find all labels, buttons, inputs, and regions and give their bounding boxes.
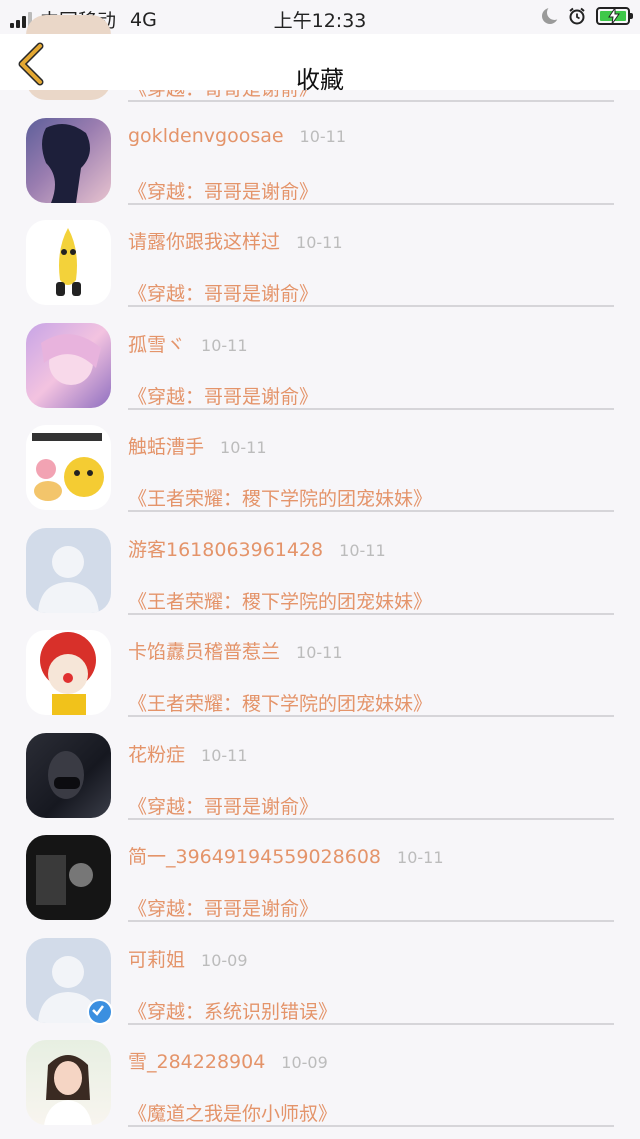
book-title: 《穿越：哥哥是谢俞》 [128, 181, 319, 203]
date-label: 10-09 [201, 951, 248, 970]
avatar [26, 528, 111, 613]
avatar [26, 425, 111, 510]
user-name: 游客1618063961428 10-11 [128, 539, 386, 561]
row-divider [128, 1125, 614, 1127]
avatar [26, 835, 111, 920]
avatar [26, 938, 113, 1025]
page-title: 收藏 [296, 66, 344, 94]
avatar [26, 323, 111, 408]
date-label: 10-11 [397, 848, 444, 867]
user-name: gokldenvgoosae 10-11 [128, 125, 347, 147]
list-item[interactable]: 游客1618063961428 10-11 《王者荣耀：稷下学院的团宠妹妹》 [0, 513, 640, 616]
book-title: 《穿越：系统识别错误》 [128, 1001, 338, 1023]
date-label: 10-11 [201, 746, 248, 765]
date-label: 10-11 [296, 643, 343, 662]
book-title: 《穿越：哥哥是谢俞》 [128, 283, 319, 305]
user-name: 卡馅纛员稽普惹兰 10-11 [128, 641, 343, 663]
list-item[interactable]: gokldenvgoosae 10-11 《穿越：哥哥是谢俞》 [0, 103, 640, 206]
book-title: 《王者荣耀：稷下学院的团宠妹妹》 [128, 591, 433, 613]
user-name: 简一_39649194559028608 10-11 [128, 846, 444, 868]
avatar [26, 1040, 111, 1125]
date-label: 10-09 [281, 1053, 328, 1072]
date-label: 10-11 [299, 127, 347, 146]
list-item[interactable]: 卡馅纛员稽普惹兰 10-11 《王者荣耀：稷下学院的团宠妹妹》 [0, 615, 640, 718]
list-item[interactable]: 请露你跟我这样过 10-11 《穿越：哥哥是谢俞》 [0, 205, 640, 308]
date-label: 10-11 [220, 438, 267, 457]
book-title: 《王者荣耀：稷下学院的团宠妹妹》 [128, 693, 433, 715]
list-item[interactable]: 孤雪ヾ 10-11 《穿越：哥哥是谢俞》 [0, 308, 640, 411]
avatar [26, 118, 111, 203]
verified-badge-icon [87, 999, 113, 1025]
row-divider [128, 715, 614, 717]
user-name: 触蛞漕手 10-11 [128, 436, 267, 458]
user-name: 请露你跟我这样过 10-11 [128, 231, 343, 253]
row-divider [128, 510, 614, 512]
book-title: 《穿越：哥哥是谢俞》 [128, 386, 319, 408]
book-title: 《王者荣耀：稷下学院的团宠妹妹》 [128, 488, 433, 510]
row-divider [128, 305, 614, 307]
date-label: 10-11 [201, 336, 248, 355]
list-item[interactable]: 简一_39649194559028608 10-11 《穿越：哥哥是谢俞》 [0, 820, 640, 923]
list-item[interactable]: 触蛞漕手 10-11 《王者荣耀：稷下学院的团宠妹妹》 [0, 410, 640, 513]
user-name: 孤雪ヾ 10-11 [128, 334, 248, 356]
avatar [26, 733, 111, 818]
date-label: 10-11 [339, 541, 386, 560]
user-name: 花粉症 10-11 [128, 744, 248, 766]
book-title: 《穿越：哥哥是谢俞》 [128, 898, 319, 920]
date-label: 10-11 [296, 233, 343, 252]
avatar [26, 630, 111, 715]
book-title: 《穿越：哥哥是谢俞》 [128, 796, 319, 818]
book-title: 《魔道之我是你小师叔》 [128, 1103, 338, 1125]
list-item[interactable]: 可莉姐 10-09 《穿越：系统识别错误》 [0, 923, 640, 1026]
user-name: 雪_284228904 10-09 [128, 1051, 328, 1073]
row-divider [128, 100, 614, 102]
list-item[interactable]: 雪_284228904 10-09 《魔道之我是你小师叔》 [0, 1025, 640, 1128]
nav-bar: 收藏 [0, 34, 640, 94]
user-name: 可莉姐 10-09 [128, 949, 248, 971]
list-item[interactable]: 花粉症 10-11 《穿越：哥哥是谢俞》 [0, 718, 640, 821]
row-divider [128, 920, 614, 922]
avatar [26, 220, 111, 305]
